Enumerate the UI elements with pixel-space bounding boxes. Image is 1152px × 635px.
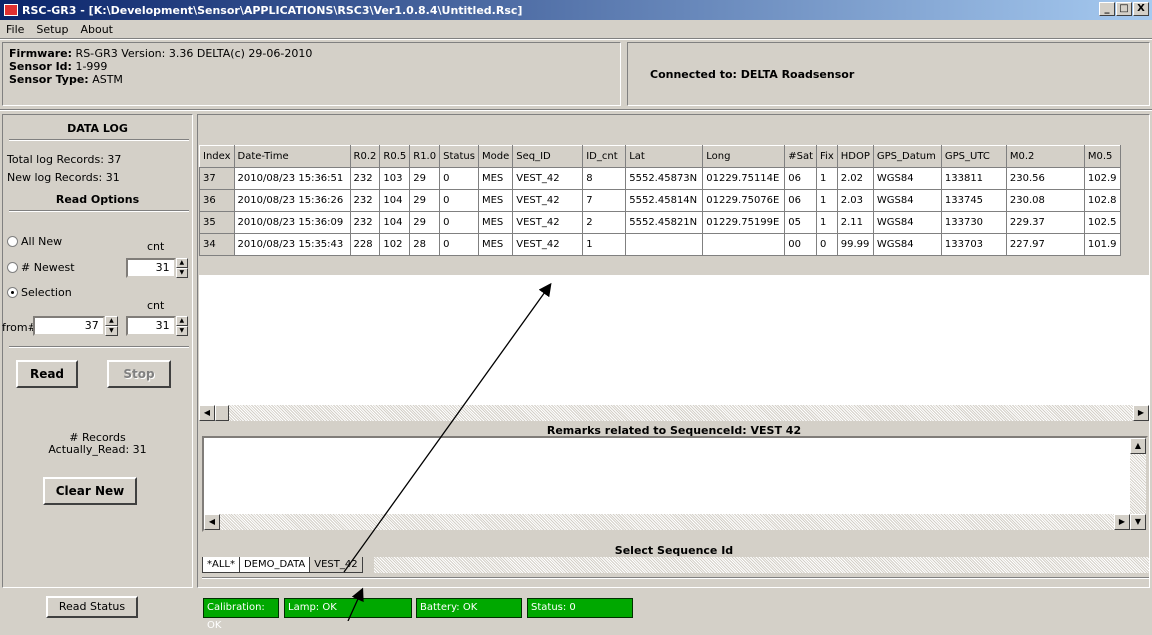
annotation-arrows [343, 282, 552, 621]
arrow-to-seq-id [343, 282, 552, 573]
arrow-to-tab [347, 587, 364, 621]
